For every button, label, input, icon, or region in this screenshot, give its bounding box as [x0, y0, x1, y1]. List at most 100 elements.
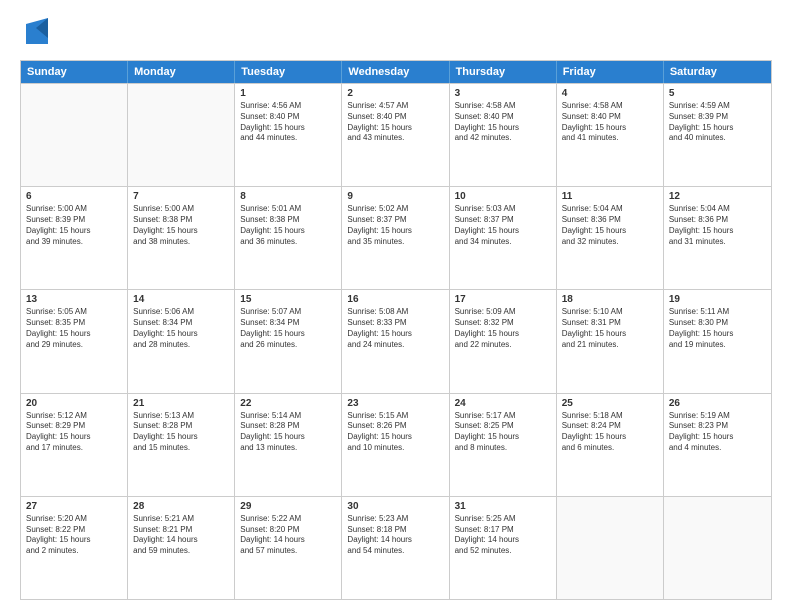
- calendar-day-cell: 4 Sunrise: 4:58 AM Sunset: 8:40 PM Daylig…: [557, 84, 664, 186]
- calendar-day-cell: 30 Sunrise: 5:23 AM Sunset: 8:18 PM Dayli…: [342, 497, 449, 599]
- day-info: Sunrise: 5:20 AM Sunset: 8:22 PM Dayligh…: [26, 514, 122, 557]
- page: SundayMondayTuesdayWednesdayThursdayFrid…: [0, 0, 792, 612]
- calendar-day-cell: 12 Sunrise: 5:04 AM Sunset: 8:36 PM Dayli…: [664, 187, 771, 289]
- day-info: Sunrise: 5:03 AM Sunset: 8:37 PM Dayligh…: [455, 204, 551, 247]
- day-info: Sunrise: 5:14 AM Sunset: 8:28 PM Dayligh…: [240, 411, 336, 454]
- day-info: Sunrise: 5:09 AM Sunset: 8:32 PM Dayligh…: [455, 307, 551, 350]
- calendar-day-cell: 29Sunrise: 5:22 AM Sunset: 8:20 PM Dayli…: [235, 497, 342, 599]
- weekday-header: Tuesday: [235, 61, 342, 83]
- day-number: 3: [455, 88, 551, 99]
- day-number: 14: [133, 294, 229, 305]
- weekday-header: Wednesday: [342, 61, 449, 83]
- day-number: 27: [26, 501, 122, 512]
- calendar-day-cell: 8Sunrise: 5:01 AM Sunset: 8:38 PM Daylig…: [235, 187, 342, 289]
- calendar-day-cell: 22 Sunrise: 5:14 AM Sunset: 8:28 PM Dayli…: [235, 394, 342, 496]
- day-number: 12: [669, 191, 766, 202]
- day-number: 6: [26, 191, 122, 202]
- day-number: 21: [133, 398, 229, 409]
- calendar-day-cell: 21 Sunrise: 5:13 AM Sunset: 8:28 PM Dayli…: [128, 394, 235, 496]
- day-number: 25: [562, 398, 658, 409]
- day-info: Sunrise: 5:23 AM Sunset: 8:18 PM Dayligh…: [347, 514, 443, 557]
- calendar-row: 13 Sunrise: 5:05 AM Sunset: 8:35 PM Dayli…: [21, 289, 771, 392]
- day-number: 30: [347, 501, 443, 512]
- day-number: 2: [347, 88, 443, 99]
- day-info: Sunrise: 4:58 AM Sunset: 8:40 PM Dayligh…: [562, 101, 658, 144]
- day-info: Sunrise: 5:25 AM Sunset: 8:17 PM Dayligh…: [455, 514, 551, 557]
- calendar-day-cell: 28 Sunrise: 5:21 AM Sunset: 8:21 PM Dayli…: [128, 497, 235, 599]
- weekday-header: Sunday: [21, 61, 128, 83]
- day-number: 9: [347, 191, 443, 202]
- day-info: Sunrise: 4:58 AM Sunset: 8:40 PM Dayligh…: [455, 101, 551, 144]
- day-number: 19: [669, 294, 766, 305]
- day-number: 18: [562, 294, 658, 305]
- calendar-day-cell: 3 Sunrise: 4:58 AM Sunset: 8:40 PM Daylig…: [450, 84, 557, 186]
- day-info: Sunrise: 4:57 AM Sunset: 8:40 PM Dayligh…: [347, 101, 443, 144]
- day-number: 26: [669, 398, 766, 409]
- day-info: Sunrise: 5:07 AM Sunset: 8:34 PM Dayligh…: [240, 307, 336, 350]
- day-info: Sunrise: 5:06 AM Sunset: 8:34 PM Dayligh…: [133, 307, 229, 350]
- day-info: Sunrise: 5:11 AM Sunset: 8:30 PM Dayligh…: [669, 307, 766, 350]
- calendar-day-cell: 6 Sunrise: 5:00 AM Sunset: 8:39 PM Daylig…: [21, 187, 128, 289]
- day-info: Sunrise: 5:00 AM Sunset: 8:38 PM Dayligh…: [133, 204, 229, 247]
- day-info: Sunrise: 4:59 AM Sunset: 8:39 PM Dayligh…: [669, 101, 766, 144]
- calendar-day-cell: 23Sunrise: 5:15 AM Sunset: 8:26 PM Dayli…: [342, 394, 449, 496]
- day-number: 5: [669, 88, 766, 99]
- day-info: Sunrise: 5:08 AM Sunset: 8:33 PM Dayligh…: [347, 307, 443, 350]
- weekday-header: Saturday: [664, 61, 771, 83]
- day-number: 29: [240, 501, 336, 512]
- weekday-header: Thursday: [450, 61, 557, 83]
- calendar-day-cell: 15 Sunrise: 5:07 AM Sunset: 8:34 PM Dayli…: [235, 290, 342, 392]
- calendar-day-cell: 11Sunrise: 5:04 AM Sunset: 8:36 PM Dayli…: [557, 187, 664, 289]
- calendar-row: 20 Sunrise: 5:12 AM Sunset: 8:29 PM Dayli…: [21, 393, 771, 496]
- calendar-day-cell: 14 Sunrise: 5:06 AM Sunset: 8:34 PM Dayli…: [128, 290, 235, 392]
- day-number: 1: [240, 88, 336, 99]
- calendar: SundayMondayTuesdayWednesdayThursdayFrid…: [20, 60, 772, 600]
- logo-icon: [22, 16, 52, 50]
- calendar-day-cell: 31Sunrise: 5:25 AM Sunset: 8:17 PM Dayli…: [450, 497, 557, 599]
- day-number: 16: [347, 294, 443, 305]
- calendar-day-cell: 5 Sunrise: 4:59 AM Sunset: 8:39 PM Daylig…: [664, 84, 771, 186]
- day-info: Sunrise: 5:19 AM Sunset: 8:23 PM Dayligh…: [669, 411, 766, 454]
- day-number: 10: [455, 191, 551, 202]
- weekday-header: Friday: [557, 61, 664, 83]
- calendar-day-cell: 2 Sunrise: 4:57 AM Sunset: 8:40 PM Daylig…: [342, 84, 449, 186]
- calendar-day-cell: 26 Sunrise: 5:19 AM Sunset: 8:23 PM Dayli…: [664, 394, 771, 496]
- day-info: Sunrise: 5:21 AM Sunset: 8:21 PM Dayligh…: [133, 514, 229, 557]
- day-info: Sunrise: 5:04 AM Sunset: 8:36 PM Dayligh…: [562, 204, 658, 247]
- day-number: 13: [26, 294, 122, 305]
- day-info: Sunrise: 5:00 AM Sunset: 8:39 PM Dayligh…: [26, 204, 122, 247]
- calendar-day-cell: 17 Sunrise: 5:09 AM Sunset: 8:32 PM Dayli…: [450, 290, 557, 392]
- day-number: 8: [240, 191, 336, 202]
- day-number: 4: [562, 88, 658, 99]
- calendar-row: 27 Sunrise: 5:20 AM Sunset: 8:22 PM Dayli…: [21, 496, 771, 599]
- calendar-empty-cell: [664, 497, 771, 599]
- day-number: 17: [455, 294, 551, 305]
- calendar-empty-cell: [557, 497, 664, 599]
- calendar-day-cell: 25 Sunrise: 5:18 AM Sunset: 8:24 PM Dayli…: [557, 394, 664, 496]
- day-info: Sunrise: 5:05 AM Sunset: 8:35 PM Dayligh…: [26, 307, 122, 350]
- calendar-day-cell: 9Sunrise: 5:02 AM Sunset: 8:37 PM Daylig…: [342, 187, 449, 289]
- calendar-body: 1 Sunrise: 4:56 AM Sunset: 8:40 PM Daylig…: [21, 83, 771, 599]
- calendar-day-cell: 13 Sunrise: 5:05 AM Sunset: 8:35 PM Dayli…: [21, 290, 128, 392]
- day-number: 28: [133, 501, 229, 512]
- calendar-day-cell: 19 Sunrise: 5:11 AM Sunset: 8:30 PM Dayli…: [664, 290, 771, 392]
- day-info: Sunrise: 5:18 AM Sunset: 8:24 PM Dayligh…: [562, 411, 658, 454]
- calendar-day-cell: 27 Sunrise: 5:20 AM Sunset: 8:22 PM Dayli…: [21, 497, 128, 599]
- calendar-row: 6 Sunrise: 5:00 AM Sunset: 8:39 PM Daylig…: [21, 186, 771, 289]
- logo: [20, 16, 52, 50]
- calendar-day-cell: 20 Sunrise: 5:12 AM Sunset: 8:29 PM Dayli…: [21, 394, 128, 496]
- day-number: 20: [26, 398, 122, 409]
- day-number: 7: [133, 191, 229, 202]
- calendar-day-cell: 7 Sunrise: 5:00 AM Sunset: 8:38 PM Daylig…: [128, 187, 235, 289]
- day-number: 15: [240, 294, 336, 305]
- day-number: 22: [240, 398, 336, 409]
- day-info: Sunrise: 4:56 AM Sunset: 8:40 PM Dayligh…: [240, 101, 336, 144]
- day-info: Sunrise: 5:13 AM Sunset: 8:28 PM Dayligh…: [133, 411, 229, 454]
- calendar-day-cell: 10 Sunrise: 5:03 AM Sunset: 8:37 PM Dayli…: [450, 187, 557, 289]
- day-info: Sunrise: 5:12 AM Sunset: 8:29 PM Dayligh…: [26, 411, 122, 454]
- header: [20, 16, 772, 50]
- calendar-empty-cell: [21, 84, 128, 186]
- day-info: Sunrise: 5:04 AM Sunset: 8:36 PM Dayligh…: [669, 204, 766, 247]
- calendar-day-cell: 18 Sunrise: 5:10 AM Sunset: 8:31 PM Dayli…: [557, 290, 664, 392]
- day-info: Sunrise: 5:10 AM Sunset: 8:31 PM Dayligh…: [562, 307, 658, 350]
